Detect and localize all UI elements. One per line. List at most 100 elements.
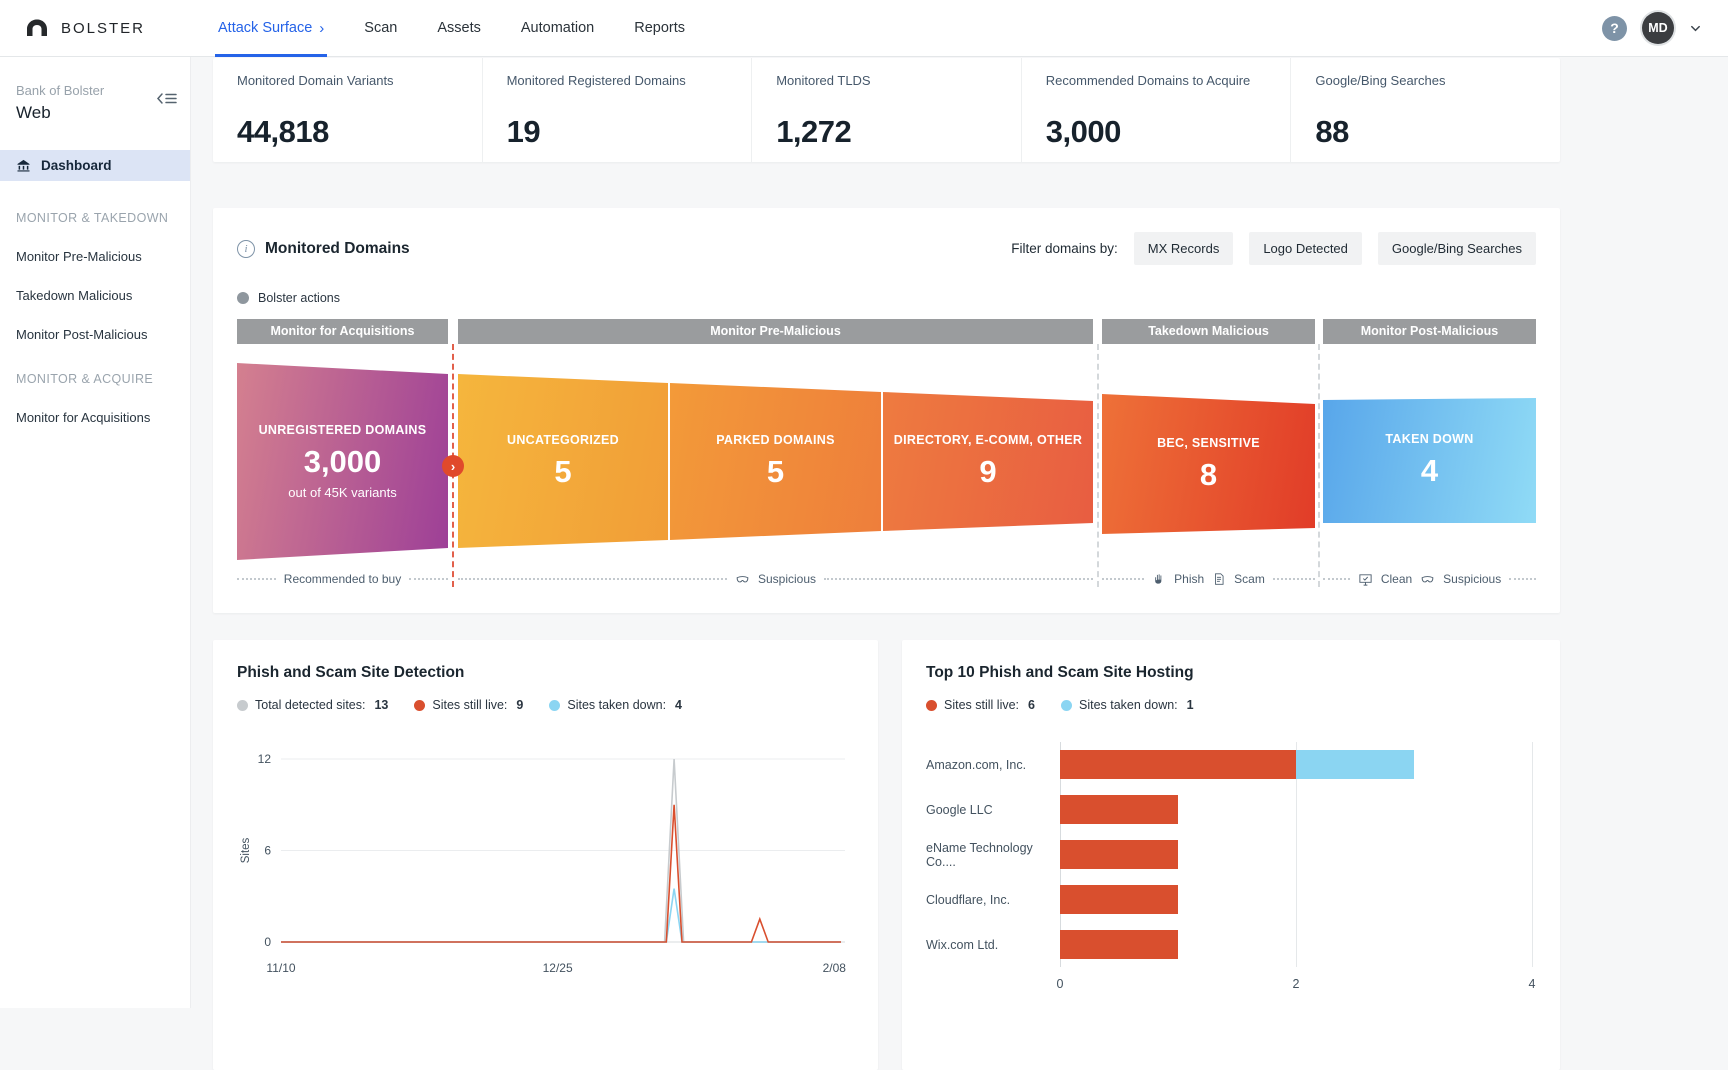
bar-category-label: Google LLC (926, 803, 1052, 817)
stat-monitored-tlds: Monitored TLDS 1,272 (751, 58, 1021, 162)
funnel-segment-bec-sensitive[interactable]: BEC, SENSITIVE 8 (1102, 394, 1315, 534)
filter-button-google-bing[interactable]: Google/Bing Searches (1378, 232, 1536, 265)
legend-label: Sites taken down: (1079, 698, 1178, 712)
legend-item[interactable]: Total detected sites:13 (237, 698, 388, 712)
filter-button-logo-detected[interactable]: Logo Detected (1249, 232, 1362, 265)
legend-label: Sites still live: (432, 698, 507, 712)
funnel-footer-takedown: Phish Scam (1102, 570, 1315, 588)
legend-label: Sites still live: (944, 698, 1019, 712)
stat-google-bing-searches: Google/Bing Searches 88 (1290, 58, 1560, 162)
sidebar-section-monitor-acquire: MONITOR & ACQUIRE (0, 342, 190, 386)
bar-segment-sites-taken-down[interactable] (1296, 750, 1414, 779)
help-icon[interactable]: ? (1602, 16, 1627, 41)
funnel-segment-uncategorized[interactable]: UNCATEGORIZED 5 (458, 374, 668, 548)
bar-stack (1060, 750, 1414, 779)
stat-label: Monitored Registered Domains (507, 73, 728, 88)
filter-button-mx-records[interactable]: MX Records (1134, 232, 1234, 265)
bar-chart-axis: 024 (1060, 977, 1532, 995)
stat-label: Recommended Domains to Acquire (1046, 73, 1267, 88)
bar-segment-sites-still-live[interactable] (1060, 930, 1178, 959)
stat-label: Google/Bing Searches (1315, 73, 1536, 88)
sidebar-item-monitor-post-malicious[interactable]: Monitor Post-Malicious (0, 303, 190, 342)
bar-row: Amazon.com, Inc. (1060, 742, 1532, 787)
y-tick-label: 12 (258, 752, 272, 766)
stat-value: 19 (507, 114, 728, 150)
bar-chart: Amazon.com, Inc.Google LLCeName Technolo… (1060, 742, 1532, 967)
line-chart-svg: 1260Sites11/1012/252/08 (237, 722, 854, 984)
sidebar: Bank of Bolster Web Dashboard MONITOR & … (0, 57, 191, 1008)
funnel-header-acquisitions: Monitor for Acquisitions (237, 319, 448, 344)
workspace-switcher: Bank of Bolster Web (0, 57, 190, 123)
legend-item[interactable]: Sites taken down:4 (549, 698, 682, 712)
legend-item[interactable]: Sites still live: 9 (414, 698, 523, 712)
nav-tab-reports[interactable]: Reports (634, 0, 685, 57)
legend-count: 4 (675, 698, 682, 712)
sidebar-item-monitor-pre-malicious[interactable]: Monitor Pre-Malicious (0, 225, 190, 264)
bar-row: eName Technology Co.... (1060, 832, 1532, 877)
panel-title: Monitored Domains (265, 240, 410, 258)
funnel-segment-parked-domains[interactable]: PARKED DOMAINS 5 (670, 383, 881, 540)
legend-count: 1 (1187, 698, 1194, 712)
stat-monitored-registered-domains: Monitored Registered Domains 19 (482, 58, 752, 162)
y-axis-label: Sites (240, 837, 252, 863)
stat-value: 88 (1315, 114, 1536, 150)
sidebar-item-monitor-for-acquisitions[interactable]: Monitor for Acquisitions (0, 386, 190, 425)
filter-label: Filter domains by: (1011, 241, 1118, 256)
chevron-right-icon: › (319, 21, 324, 36)
x-tick-label: 2/08 (823, 961, 847, 975)
funnel-segment-taken-down[interactable]: TAKEN DOWN 4 (1323, 398, 1536, 523)
x-tick-label: 12/25 (543, 961, 573, 975)
bar-category-label: Wix.com Ltd. (926, 938, 1052, 952)
bolster-logo[interactable]: BOLSTER (24, 17, 192, 39)
legend-item[interactable]: Sites taken down: 1 (1061, 698, 1194, 712)
bar-segment-sites-still-live[interactable] (1060, 795, 1178, 824)
sidebar-item-dashboard[interactable]: Dashboard (0, 150, 190, 181)
funnel-segment-unregistered-domains[interactable]: UNREGISTERED DOMAINS 3,000 out of 45K va… (237, 363, 448, 560)
bar-segment-sites-still-live[interactable] (1060, 840, 1178, 869)
monitored-domains-funnel: Monitor for Acquisitions Monitor Pre-Mal… (237, 319, 1536, 591)
avatar[interactable]: MD (1642, 12, 1674, 44)
arch-logo-icon (24, 17, 50, 39)
sidebar-collapse-icon[interactable] (156, 90, 177, 112)
bar-category-label: eName Technology Co.... (926, 841, 1052, 869)
line-chart: 1260Sites11/1012/252/08 (237, 722, 854, 989)
funnel-segment-directory-ecomm-other[interactable]: DIRECTORY, E-COMM, OTHER 9 (883, 392, 1093, 531)
chart-title: Phish and Scam Site Detection (237, 664, 854, 682)
chart-title: Top 10 Phish and Scam Site Hosting (926, 664, 1536, 682)
legend-item[interactable]: Sites still live:6 (926, 698, 1035, 712)
bar-stack (1060, 840, 1178, 869)
series-sites-taken-down (281, 889, 841, 942)
nav-tab-assets[interactable]: Assets (437, 0, 481, 57)
legend-dot (926, 700, 937, 711)
bar-stack (1060, 885, 1178, 914)
brand-name: BOLSTER (61, 20, 145, 37)
bank-icon (16, 158, 31, 173)
funnel-separator (1097, 344, 1099, 587)
bar-segment-sites-still-live[interactable] (1060, 885, 1178, 914)
bar-row: Google LLC (1060, 787, 1532, 832)
series-sites-still-live (281, 805, 841, 942)
funnel-separator (1318, 344, 1320, 587)
nav-tab-scan[interactable]: Scan (364, 0, 397, 57)
legend-count: 9 (516, 698, 523, 712)
scam-document-icon (1212, 572, 1226, 586)
funnel-header-takedown: Takedown Malicious (1102, 319, 1315, 344)
sidebar-section-monitor-takedown: MONITOR & TAKEDOWN (0, 181, 190, 225)
funnel-footer-acquisitions: Recommended to buy (237, 570, 448, 588)
stat-value: 3,000 (1046, 114, 1267, 150)
info-icon[interactable]: i (237, 240, 255, 258)
line-chart-legend: Total detected sites:13 Sites still live:… (237, 698, 854, 712)
stat-monitored-domain-variants: Monitored Domain Variants 44,818 (213, 58, 482, 162)
x-tick-label: 11/10 (266, 961, 295, 975)
funnel-footer-pre-malicious: Suspicious (458, 570, 1093, 588)
main-nav-tabs: Attack Surface› Scan Assets Automation R… (218, 0, 685, 57)
chevron-down-icon[interactable] (1689, 22, 1702, 35)
funnel-next-stage-icon[interactable]: › (442, 455, 464, 477)
bar-segment-sites-still-live[interactable] (1060, 750, 1296, 779)
legend-dot (1061, 700, 1072, 711)
sidebar-item-takedown-malicious[interactable]: Takedown Malicious (0, 264, 190, 303)
nav-tab-attack-surface[interactable]: Attack Surface› (218, 0, 324, 57)
nav-tab-automation[interactable]: Automation (521, 0, 594, 57)
funnel-header-post-malicious: Monitor Post-Malicious (1323, 319, 1536, 344)
legend-dot (414, 700, 425, 711)
